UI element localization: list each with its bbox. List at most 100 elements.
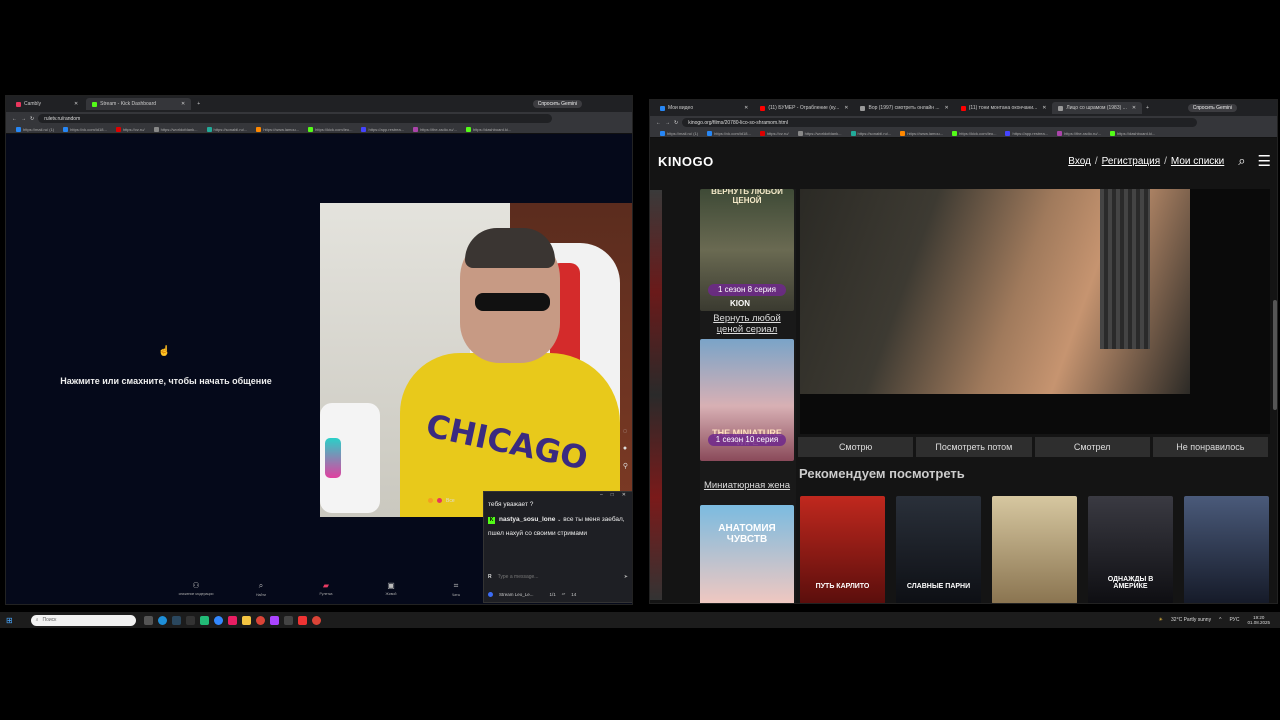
url-field[interactable]: ruletv.ru/random (38, 114, 552, 123)
bookmark-item[interactable]: https://worldofdank... (797, 130, 842, 136)
video-player[interactable] (800, 189, 1270, 434)
dot-icon[interactable]: ● (623, 445, 628, 452)
right-tab-3[interactable]: Вор (1997) смотреть онлайн ... ✕ (854, 102, 954, 114)
sidebar-poster[interactable]: АНАТОМИЯ ЧУВСТВ (700, 505, 794, 603)
gemini-button[interactable]: Спросить Gemini (532, 100, 582, 108)
maximize-icon[interactable]: □ (611, 492, 614, 500)
right-tab-2[interactable]: (11) БУМЕР - Ограбление (ку... ✕ (754, 102, 854, 114)
new-tab-icon[interactable]: + (1146, 105, 1149, 111)
weather-text[interactable]: 32°C Partly sunny (1171, 617, 1211, 623)
gemini-button[interactable]: Спросить Gemini (1187, 104, 1237, 112)
close-icon[interactable]: ✕ (181, 101, 185, 107)
watching-button[interactable]: Смотрю (798, 437, 914, 457)
app-icon[interactable] (269, 615, 279, 625)
minimize-icon[interactable]: – (600, 492, 603, 500)
language-indicator[interactable]: РУС (1229, 617, 1239, 623)
bookmark-item[interactable]: https://www.lamou... (900, 130, 943, 136)
chat-input-field[interactable]: Type a message... (498, 574, 618, 580)
recommend-card[interactable]: ПУТЬ КАРЛИТО (800, 496, 885, 603)
my-lists-link[interactable]: Мои списки (1171, 156, 1224, 167)
close-icon[interactable]: ✕ (744, 105, 748, 111)
bookmark-item[interactable]: https://app.restrea... (1005, 130, 1048, 136)
sidebar-poster-title[interactable]: Вернуть любой ценой сериал (700, 313, 794, 335)
bookmark-item[interactable]: https://the-radio.ru/... (413, 126, 457, 132)
nav-item-live[interactable]: ▣ Живой (371, 581, 411, 601)
right-tab-4[interactable]: (11) тони монтана окончани... ✕ (955, 102, 1053, 114)
app-icon[interactable] (227, 615, 237, 625)
nav-item-moderation[interactable]: ⚇ снижение модерации (176, 581, 216, 601)
chrome-icon[interactable] (255, 615, 265, 625)
page-scrollbar[interactable] (1273, 300, 1277, 410)
nav-item-roulette[interactable]: ▰ Рулетка (306, 581, 346, 601)
right-tab-5[interactable]: Лицо со шрамом (1983) ... ✕ (1052, 102, 1143, 114)
recommend-card[interactable] (992, 496, 1077, 603)
app-icon[interactable] (283, 615, 293, 625)
steam-icon[interactable] (171, 615, 181, 625)
close-icon[interactable]: ✕ (945, 105, 949, 111)
edge-icon[interactable] (157, 615, 167, 625)
bookmark-item[interactable]: https://mail.ru/ (1) (660, 130, 698, 136)
close-icon[interactable]: ✕ (622, 492, 626, 500)
tray-arrow-icon[interactable]: ^ (1219, 617, 1221, 623)
recommend-card[interactable] (1184, 496, 1269, 603)
watched-button[interactable]: Смотрел (1034, 437, 1150, 457)
bookmark-item[interactable]: https://vz.ru/ (759, 130, 789, 136)
close-icon[interactable]: ✕ (1042, 105, 1046, 111)
new-tab-icon[interactable]: + (197, 101, 200, 107)
left-tab-2[interactable]: Stream - Kick Dashboard ✕ (86, 98, 192, 110)
bookmark-item[interactable]: https://www.lamou... (256, 126, 299, 132)
forward-icon[interactable]: → (21, 116, 26, 122)
bookmark-item[interactable]: https://dashboard.ki... (1109, 130, 1155, 136)
reload-icon[interactable]: ↻ (30, 116, 34, 122)
url-field[interactable]: kinogo.org/films/20780-lico-so-shramom.h… (682, 118, 1197, 127)
recommend-card[interactable]: СЛАВНЫЕ ПАРНИ (896, 496, 981, 603)
bookmark-item[interactable]: https://app.restrea... (361, 126, 404, 132)
search-icon[interactable]: ⌕ (1238, 153, 1245, 169)
bookmark-item[interactable]: https://mail.ru/ (1) (16, 126, 54, 132)
settings-icon[interactable]: ◌ (623, 428, 628, 435)
app-icon[interactable] (199, 615, 209, 625)
back-icon[interactable]: ← (656, 120, 661, 126)
close-icon[interactable]: ✕ (844, 105, 848, 111)
folder-icon[interactable] (241, 615, 251, 625)
taskbar-search[interactable]: ⌕ Поиск (30, 614, 136, 626)
app-icon[interactable] (297, 615, 307, 625)
start-icon[interactable]: ⊞ (6, 616, 13, 625)
right-tab-1[interactable]: Мои видео ✕ (654, 102, 754, 114)
taskview-icon[interactable] (143, 615, 153, 625)
bookmark-item[interactable]: https://kick.com/leo... (952, 130, 996, 136)
bookmark-item[interactable]: https://kick.com/leo... (308, 126, 352, 132)
reload-icon[interactable]: ↻ (674, 120, 678, 126)
bookmark-item[interactable]: https://sonabil.ru/... (206, 126, 247, 132)
left-tab-1[interactable]: Cambly ✕ (10, 98, 84, 110)
sidebar-poster[interactable]: THE MINIATURE WIFE 1 сезон 10 серия (700, 339, 794, 461)
bookmark-item[interactable]: https://worldofdank... (153, 126, 198, 132)
app-icon[interactable] (185, 615, 195, 625)
bookmark-item[interactable]: https://vk.com/id18... (707, 130, 751, 136)
register-link[interactable]: Регистрация (1102, 156, 1160, 167)
bookmark-item[interactable]: https://vk.com/id18... (63, 126, 107, 132)
mic-icon[interactable]: ⚲ (623, 462, 628, 470)
back-icon[interactable]: ← (12, 116, 17, 122)
close-icon[interactable]: ✕ (1132, 105, 1136, 111)
menu-icon[interactable]: ☰ (1258, 152, 1271, 170)
bookmark-item[interactable]: https://vz.ru/ (115, 126, 145, 132)
sidebar-poster-title[interactable]: Миниатюрная жена (700, 480, 794, 491)
bookmark-item[interactable]: https://dashboard.ki... (465, 126, 511, 132)
clock[interactable]: 19:20 01.08.2025 (1247, 615, 1270, 625)
bookmark-item[interactable]: https://the-radio.ru/... (1057, 130, 1101, 136)
app-icon[interactable] (213, 615, 223, 625)
forward-icon[interactable]: → (665, 120, 670, 126)
nav-item-chats[interactable]: ⌗ Чаты (436, 581, 476, 601)
close-icon[interactable]: ✕ (74, 101, 78, 107)
start-chat-prompt[interactable]: Нажмите или смахните, чтобы начать общен… (46, 376, 286, 386)
disliked-button[interactable]: Не понравилось (1152, 437, 1268, 457)
recommend-card[interactable]: ОДНАЖДЫ В АМЕРИКЕ (1088, 496, 1173, 603)
chat-username[interactable]: nastya_sosu_lone (499, 516, 555, 523)
sidebar-poster[interactable]: ВЕРНУТЬ ЛЮБОЙ ЦЕНОЙ 1 сезон 8 серия KION (700, 189, 794, 311)
bookmark-item[interactable]: https://sonabil.ru/... (850, 130, 891, 136)
send-icon[interactable]: ➤ (624, 574, 628, 580)
chrome-icon[interactable] (311, 615, 321, 625)
login-link[interactable]: Вход (1068, 156, 1091, 167)
kinogo-logo[interactable]: KINOGO (658, 154, 714, 169)
